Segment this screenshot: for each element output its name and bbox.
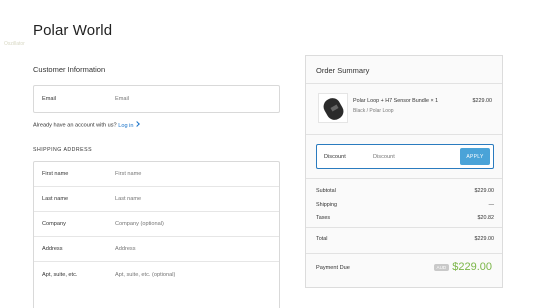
login-link-label[interactable]: Log in xyxy=(118,123,133,129)
apt-row: Apt, suite, etc. xyxy=(34,262,279,287)
customer-info-title: Customer Information xyxy=(33,65,106,74)
shipping-row: Shipping — xyxy=(316,202,494,208)
payment-due-value: $229.00 xyxy=(452,261,492,273)
divider xyxy=(306,227,502,228)
last-name-label: Last name xyxy=(42,196,69,202)
address-label: Address xyxy=(42,246,63,252)
address-input[interactable] xyxy=(115,246,279,252)
shipping-heading: SHIPPING ADDRESS xyxy=(33,147,93,153)
divider xyxy=(306,83,502,84)
discount-input[interactable] xyxy=(373,153,460,160)
email-input[interactable] xyxy=(115,96,279,102)
shipping-value: — xyxy=(488,202,494,208)
product-name-text: Polar Loop + H7 Sensor Bundle xyxy=(353,98,429,104)
subtotal-value: $229.00 xyxy=(474,188,495,194)
taxes-row: Taxes $20.82 xyxy=(316,215,494,221)
total-value: $229.00 xyxy=(474,236,495,242)
email-row: Email xyxy=(34,86,279,112)
company-label: Company xyxy=(42,221,66,227)
payment-due-label: Payment Due xyxy=(316,265,350,271)
first-name-label: First name xyxy=(42,171,69,177)
login-link[interactable]: Log in xyxy=(118,121,141,129)
subtotal-row: Subtotal $229.00 xyxy=(316,188,494,194)
total-row: Total $229.00 xyxy=(316,236,494,242)
login-prompt: Already have an account with us? Log in xyxy=(33,121,141,129)
currency-badge: AUD xyxy=(433,263,450,271)
email-field-group: Email xyxy=(33,85,280,113)
address-row: Address xyxy=(34,237,279,262)
first-name-input[interactable] xyxy=(115,171,279,177)
payment-due-amount: AUD $229.00 xyxy=(433,261,492,273)
product-name: Polar Loop + H7 Sensor Bundle × 1 xyxy=(353,98,438,104)
product-variant: Black / Polar Loop xyxy=(353,108,394,114)
discount-field-group: Discount APPLY xyxy=(316,144,494,169)
order-summary-panel: Order Summary Polar Loop + H7 Sensor Bun… xyxy=(305,55,503,288)
apt-input[interactable] xyxy=(115,271,279,278)
company-row: Company xyxy=(34,212,279,237)
total-label: Total xyxy=(316,236,328,242)
first-name-row: First name xyxy=(34,162,279,187)
product-price: $229.00 xyxy=(472,98,493,104)
login-prompt-text: Already have an account with us? xyxy=(33,122,117,129)
product-image xyxy=(318,93,348,123)
discount-label: Discount xyxy=(324,153,346,160)
apt-label: Apt, suite, etc. xyxy=(42,271,78,278)
divider xyxy=(306,178,502,179)
chevron-right-icon xyxy=(134,121,141,127)
company-input[interactable] xyxy=(115,221,279,227)
watermark: Oszillator xyxy=(4,41,25,47)
last-name-row: Last name xyxy=(34,187,279,212)
email-label: Email xyxy=(42,96,56,102)
product-quantity: × 1 xyxy=(430,98,439,104)
shipping-label: Shipping xyxy=(316,202,337,208)
shipping-form: First name Last name Company Address Apt… xyxy=(33,161,280,308)
store-title: Polar World xyxy=(33,22,113,39)
divider xyxy=(306,134,502,135)
taxes-value: $20.82 xyxy=(477,215,495,221)
apply-discount-button[interactable]: APPLY xyxy=(460,148,490,165)
last-name-input[interactable] xyxy=(115,196,279,202)
order-summary-title: Order Summary xyxy=(316,66,370,75)
divider xyxy=(306,253,502,254)
taxes-label: Taxes xyxy=(316,215,331,221)
subtotal-label: Subtotal xyxy=(316,188,336,194)
